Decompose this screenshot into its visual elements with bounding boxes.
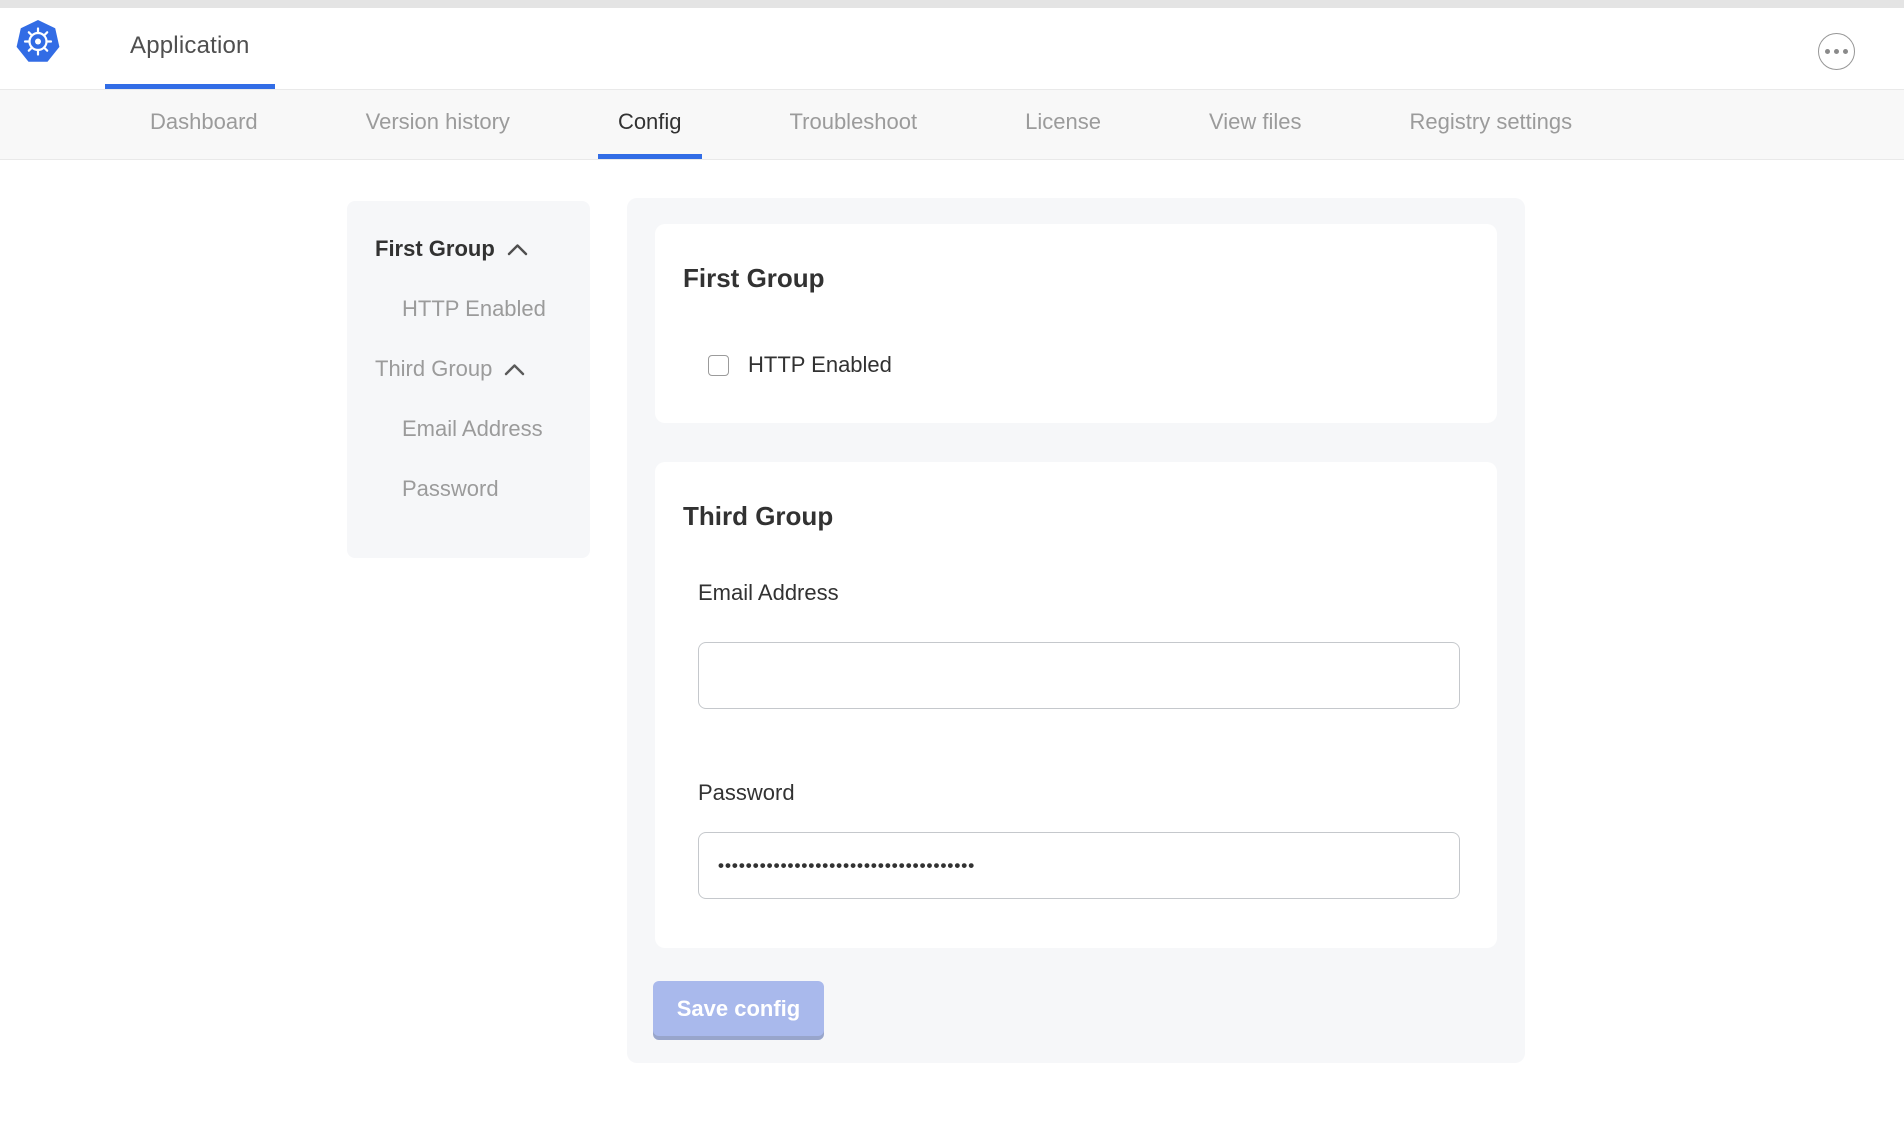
- tab-troubleshoot-label: Troubleshoot: [790, 109, 918, 135]
- tab-version-history-label: Version history: [366, 109, 510, 135]
- sidebar-group-first-group-label: First Group: [375, 236, 495, 262]
- overflow-menu-button[interactable]: [1818, 33, 1855, 70]
- app-tab-label: Application: [130, 32, 250, 60]
- config-sidebar: First Group HTTP Enabled Third Group Ema…: [347, 201, 590, 558]
- app-tab-application[interactable]: Application: [105, 8, 275, 89]
- chevron-up-icon: [507, 243, 528, 256]
- chevron-up-icon: [504, 363, 525, 376]
- email-address-label: Email Address: [698, 580, 1469, 606]
- sidebar-item-password-label: Password: [402, 476, 499, 502]
- http-enabled-label[interactable]: HTTP Enabled: [748, 352, 892, 378]
- group-title-third: Third Group: [683, 500, 1469, 532]
- config-group-card-first: First Group HTTP Enabled: [655, 224, 1497, 423]
- http-enabled-row: HTTP Enabled: [708, 352, 1469, 378]
- sidebar-group-third-group[interactable]: Third Group: [375, 339, 590, 399]
- kubernetes-logo-icon: [16, 20, 60, 64]
- tab-config-label: Config: [618, 109, 682, 135]
- tab-version-history[interactable]: Version history: [346, 90, 530, 159]
- tab-registry-settings-label: Registry settings: [1410, 109, 1573, 135]
- http-enabled-checkbox[interactable]: [708, 355, 729, 376]
- group-title-first: First Group: [683, 262, 1469, 294]
- tab-license[interactable]: License: [1005, 90, 1121, 159]
- config-content: First Group HTTP Enabled Third Group Ema…: [627, 198, 1525, 1063]
- sidebar-item-http-enabled[interactable]: HTTP Enabled: [375, 279, 590, 339]
- sidebar-group-third-group-label: Third Group: [375, 356, 492, 382]
- sidebar-group-first-group[interactable]: First Group: [375, 219, 590, 279]
- sidebar-item-email-address[interactable]: Email Address: [375, 399, 590, 459]
- tab-dashboard-label: Dashboard: [150, 109, 258, 135]
- password-label: Password: [698, 780, 1469, 806]
- sidebar-item-password[interactable]: Password: [375, 459, 590, 519]
- sidebar-item-http-enabled-label: HTTP Enabled: [402, 296, 546, 322]
- tab-registry-settings[interactable]: Registry settings: [1390, 90, 1593, 159]
- tab-view-files-label: View files: [1209, 109, 1302, 135]
- tab-troubleshoot[interactable]: Troubleshoot: [770, 90, 938, 159]
- ellipsis-icon: [1825, 49, 1848, 54]
- app-header: Application: [0, 8, 1904, 89]
- email-address-input[interactable]: [698, 642, 1460, 709]
- config-group-card-third: Third Group Email Address Password: [655, 462, 1497, 948]
- secondary-nav: Dashboard Version history Config Trouble…: [0, 89, 1904, 160]
- tab-license-label: License: [1025, 109, 1101, 135]
- tab-config[interactable]: Config: [598, 90, 702, 159]
- top-strip: [0, 0, 1904, 8]
- tab-dashboard[interactable]: Dashboard: [130, 90, 278, 159]
- sidebar-item-email-address-label: Email Address: [402, 416, 543, 442]
- save-config-button[interactable]: Save config: [653, 981, 824, 1036]
- password-input[interactable]: [698, 832, 1460, 899]
- tab-view-files[interactable]: View files: [1189, 90, 1322, 159]
